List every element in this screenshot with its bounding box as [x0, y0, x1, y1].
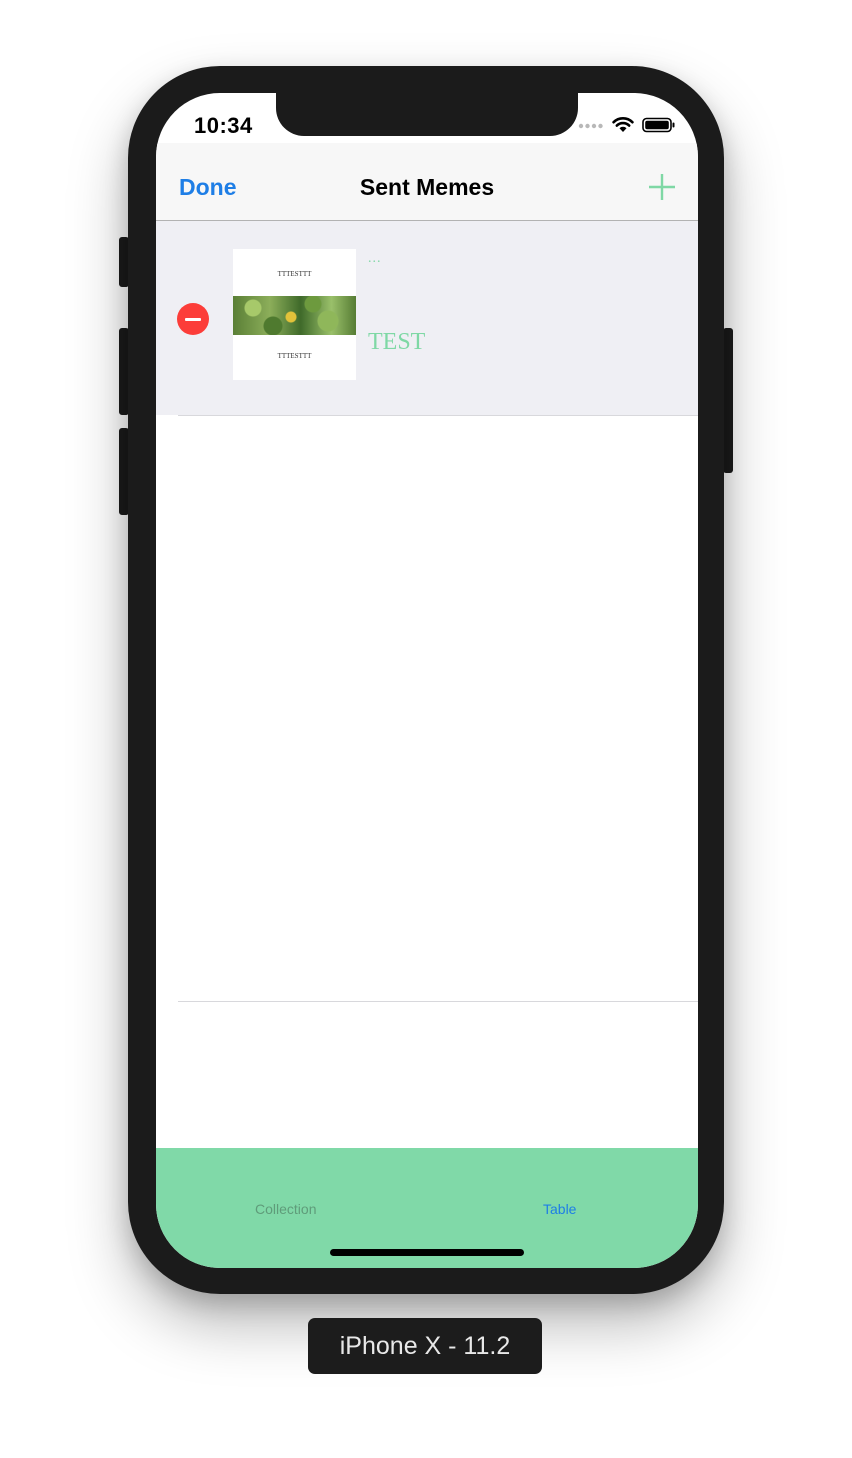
simulator-stage: 10:34 Sent Memes Done TTTESTTT TTTESTTT … — [0, 0, 852, 1458]
row-bottom-text: TEST — [368, 329, 426, 355]
row-separator — [178, 1001, 698, 1002]
device-screen: 10:34 Sent Memes Done TTTESTTT TTTESTTT … — [156, 93, 698, 1268]
row-separator — [178, 415, 698, 416]
home-indicator[interactable] — [330, 1249, 524, 1256]
tab-collection[interactable]: Collection — [255, 1201, 316, 1217]
cellular-signal-icon — [578, 123, 603, 129]
thumbnail-photo — [233, 296, 356, 335]
plus-icon[interactable] — [648, 173, 676, 201]
status-time: 10:34 — [194, 113, 253, 138]
thumbnail-bottom-caption: TTTESTTT — [277, 352, 312, 360]
table-row[interactable]: TTTESTTT TTTESTTT ... TEST — [156, 221, 698, 415]
thumbnail-top-caption: TTTESTTT — [277, 270, 312, 278]
done-button[interactable]: Done — [179, 174, 237, 201]
navigation-bar: Sent Memes Done — [156, 143, 698, 221]
delete-row-button[interactable] — [177, 303, 209, 335]
status-icons — [578, 117, 676, 133]
row-top-text: ... — [368, 251, 382, 266]
page-title: Sent Memes — [359, 174, 495, 200]
tab-table[interactable]: Table — [543, 1201, 576, 1217]
battery-icon — [642, 117, 675, 133]
wifi-icon — [612, 117, 634, 132]
device-label: iPhone X - 11.2 — [308, 1318, 542, 1374]
meme-thumbnail: TTTESTTT TTTESTTT — [233, 249, 356, 380]
device-notch — [276, 93, 578, 136]
tab-bar: Collection Table — [156, 1148, 698, 1268]
power-button — [723, 328, 733, 473]
